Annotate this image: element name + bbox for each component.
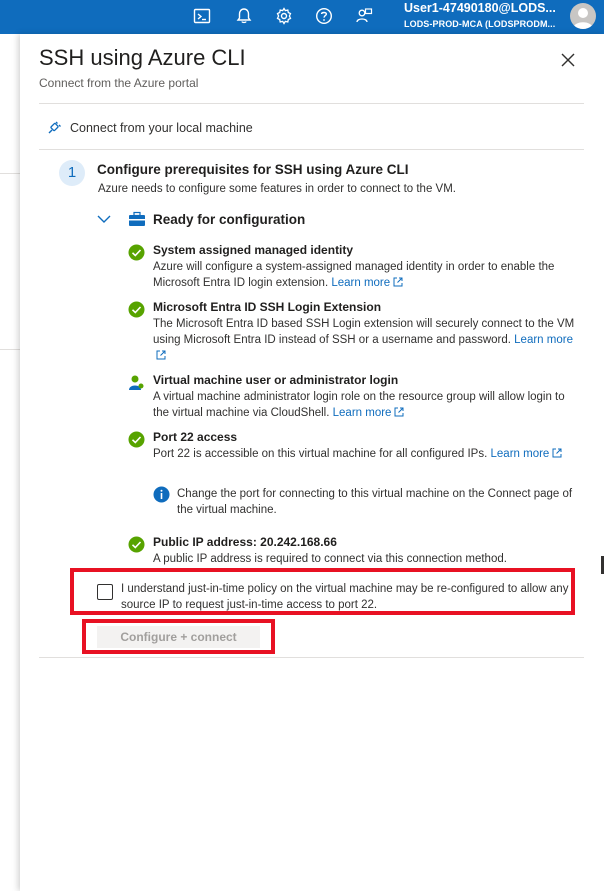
help-icon[interactable] bbox=[315, 7, 333, 25]
check-circle-icon bbox=[128, 301, 145, 318]
step-description: Azure needs to configure some features i… bbox=[98, 183, 456, 195]
check-circle-icon bbox=[128, 244, 145, 261]
item-title: System assigned managed identity bbox=[153, 243, 354, 257]
configure-connect-button[interactable]: Configure + connect bbox=[97, 626, 260, 648]
avatar[interactable] bbox=[570, 3, 596, 29]
check-circle-icon bbox=[128, 536, 145, 553]
check-circle-icon bbox=[128, 431, 145, 448]
user-role-icon bbox=[129, 375, 144, 390]
background-divider bbox=[0, 173, 20, 174]
external-link-icon bbox=[394, 407, 404, 417]
feedback-icon[interactable] bbox=[355, 7, 373, 25]
chevron-down-icon[interactable] bbox=[96, 212, 112, 226]
item-description: Port 22 is accessible on this virtual ma… bbox=[153, 446, 583, 462]
item-title: Microsoft Entra ID SSH Login Extension bbox=[153, 300, 382, 314]
external-link-icon bbox=[393, 277, 403, 287]
close-icon[interactable] bbox=[558, 50, 578, 70]
item-description: Azure will configure a system-assigned m… bbox=[153, 261, 555, 289]
background-divider bbox=[0, 349, 20, 350]
info-text: Change the port for connecting to this v… bbox=[177, 488, 573, 516]
header-divider bbox=[39, 103, 584, 104]
user-tenant[interactable]: LODS-PROD-MCA (LODSPRODM... bbox=[404, 19, 555, 29]
top-bar: User1-47490180@LODS... LODS-PROD-MCA (LO… bbox=[0, 0, 604, 34]
background-page bbox=[0, 34, 20, 891]
consent-label: I understand just-in-time policy on the … bbox=[121, 583, 569, 611]
tab-label: Connect from your local machine bbox=[70, 121, 253, 135]
footer-divider bbox=[39, 657, 584, 658]
briefcase-icon bbox=[129, 211, 145, 226]
external-link-icon bbox=[156, 350, 166, 360]
learn-more-link[interactable]: Learn more bbox=[491, 448, 563, 460]
panel-subtitle: Connect from the Azure portal bbox=[39, 76, 199, 90]
item-title: Public IP address: 20.242.168.66 bbox=[153, 535, 337, 549]
ssh-panel: SSH using Azure CLI Connect from the Azu… bbox=[20, 34, 604, 891]
step-title: Configure prerequisites for SSH using Az… bbox=[97, 162, 409, 177]
panel-title: SSH using Azure CLI bbox=[39, 45, 246, 70]
step-number-badge: 1 bbox=[59, 160, 85, 186]
item-description: The Microsoft Entra ID based SSH Login e… bbox=[153, 316, 583, 364]
item-description: A virtual machine administrator login ro… bbox=[153, 391, 565, 419]
consent-checkbox[interactable] bbox=[97, 584, 113, 600]
user-avatar-icon bbox=[573, 8, 593, 29]
connect-plug-icon bbox=[48, 121, 61, 134]
item-description: A public IP address is required to conne… bbox=[153, 553, 507, 565]
section-title: Ready for configuration bbox=[153, 212, 306, 227]
user-name[interactable]: User1-47490180@LODS... bbox=[404, 1, 556, 15]
notifications-icon[interactable] bbox=[235, 7, 253, 25]
learn-more-link[interactable]: Learn more bbox=[333, 407, 405, 419]
info-icon bbox=[153, 486, 170, 503]
tab-divider bbox=[39, 149, 584, 150]
item-title: Port 22 access bbox=[153, 430, 238, 444]
item-title: Virtual machine user or administrator lo… bbox=[153, 373, 399, 387]
settings-icon[interactable] bbox=[275, 7, 293, 25]
learn-more-link[interactable]: Learn more bbox=[331, 277, 403, 289]
cloud-shell-icon[interactable] bbox=[193, 7, 211, 25]
external-link-icon bbox=[552, 448, 562, 458]
